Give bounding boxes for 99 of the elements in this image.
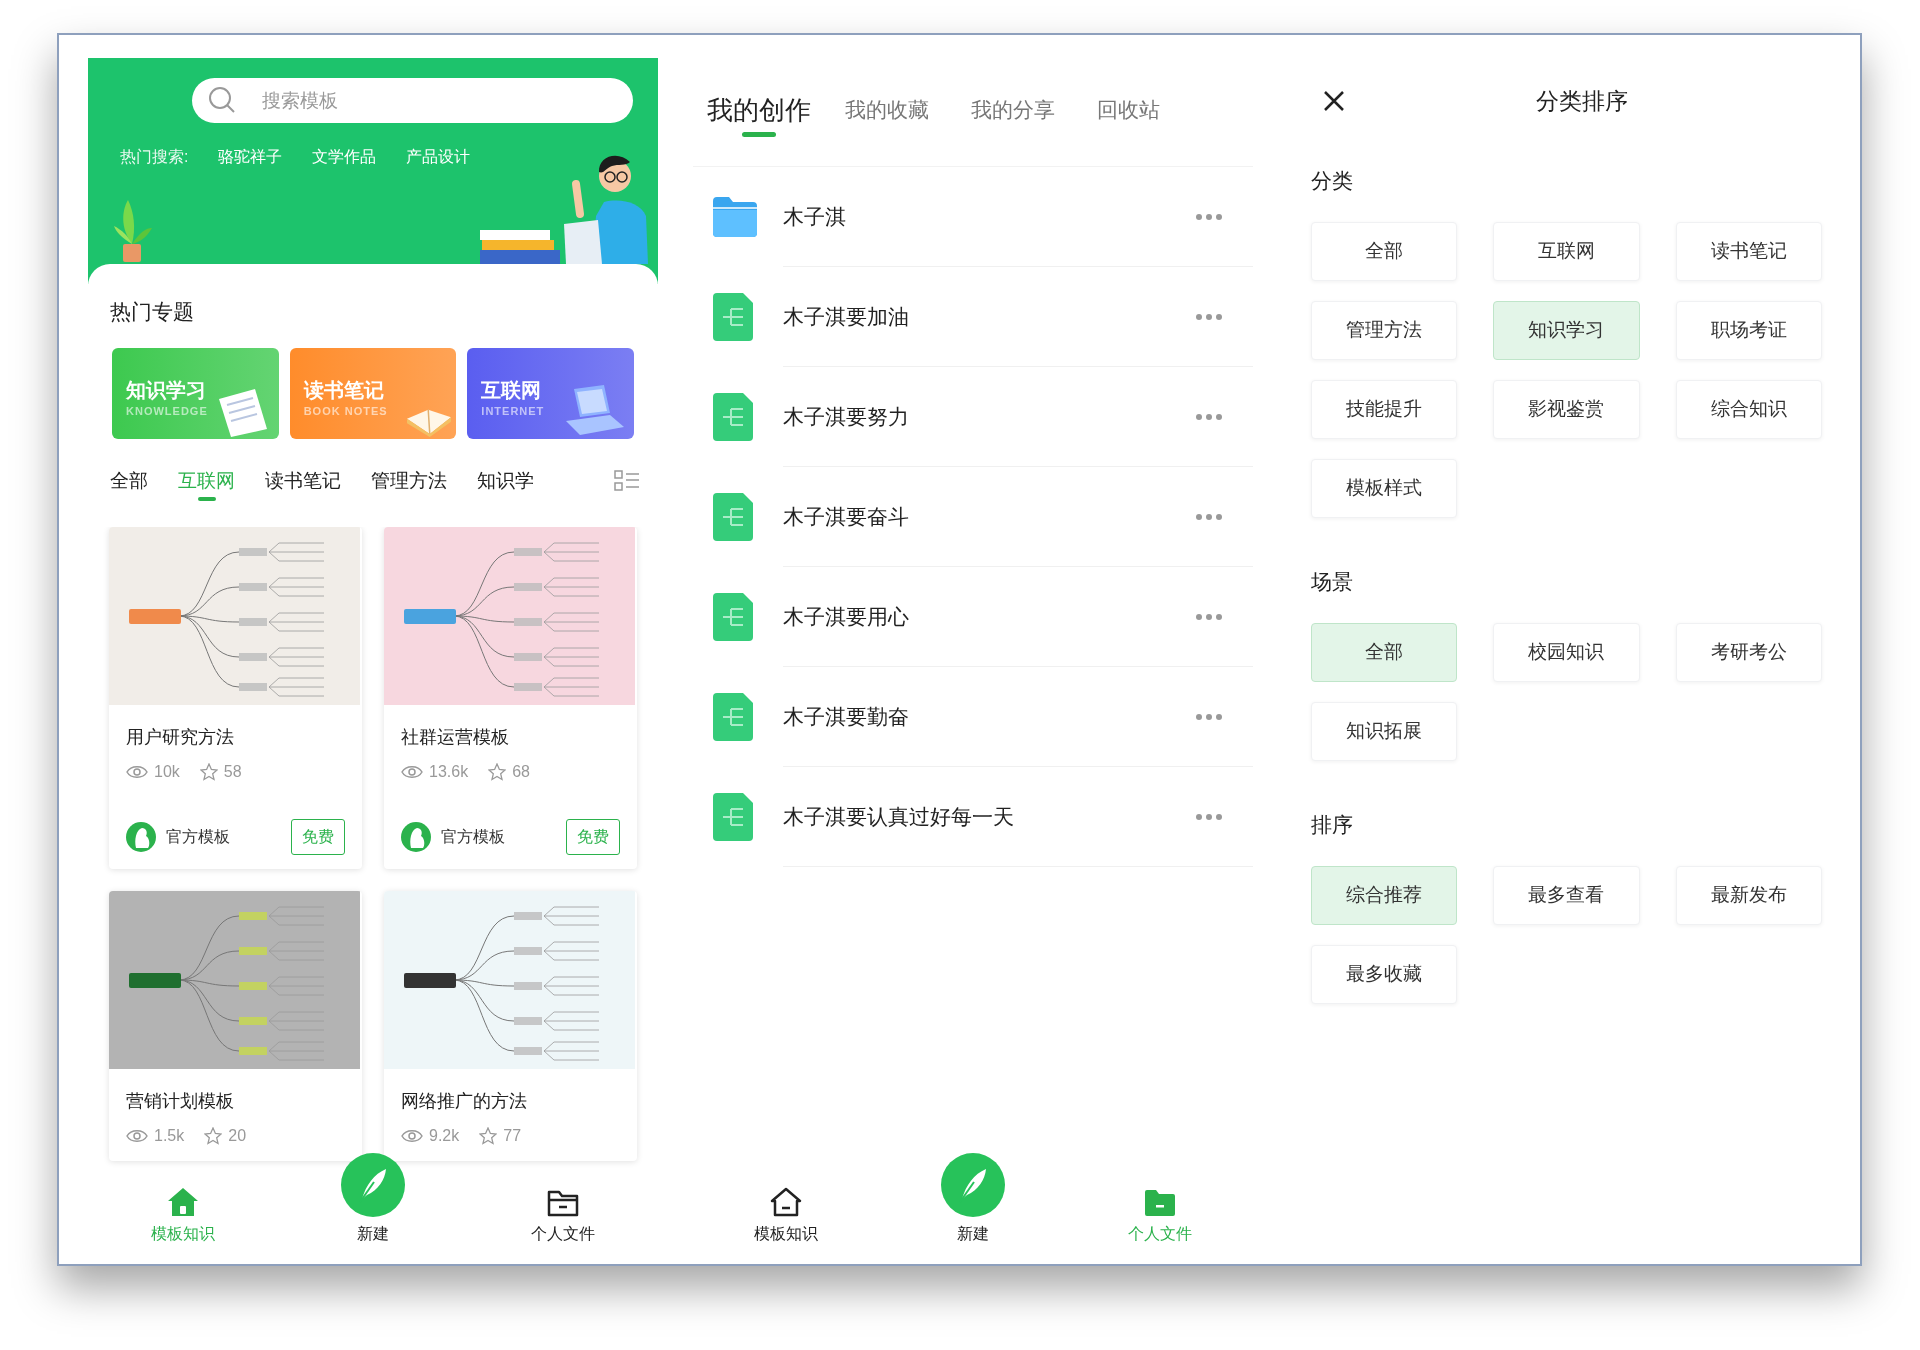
mindmap-file-icon: [713, 593, 753, 641]
more-icon[interactable]: [1195, 313, 1223, 321]
view-count: 13.6k: [429, 762, 469, 782]
filter-chip[interactable]: 综合推荐: [1311, 866, 1458, 925]
author-name: 官方模板: [441, 827, 505, 847]
star-icon: [204, 1127, 223, 1145]
plant-drawing: [112, 198, 152, 264]
search-icon: [208, 86, 236, 114]
filter-chip[interactable]: 读书笔记: [1675, 222, 1822, 281]
mindmap-file-icon: [713, 493, 753, 541]
filter-chip[interactable]: 全部: [1311, 222, 1458, 281]
filter-chip[interactable]: 模板样式: [1311, 459, 1458, 518]
nav-tab[interactable]: 个人文件: [468, 1177, 658, 1252]
section-heading: 场景: [1311, 569, 1353, 595]
view-count: 10k: [154, 762, 180, 782]
category-tab[interactable]: 读书笔记: [265, 467, 341, 495]
topic-title: 读书笔记: [303, 378, 385, 404]
filter-chip[interactable]: 管理方法: [1311, 301, 1458, 360]
favorite-count: 58: [223, 762, 242, 782]
favorite-count: 20: [228, 1126, 247, 1146]
star-icon: [488, 763, 507, 781]
nav-tab[interactable]: 模板知识: [693, 1177, 880, 1252]
hot-search-label: 热门搜索:: [120, 147, 189, 167]
filter-chip[interactable]: 互联网: [1493, 222, 1640, 281]
more-icon[interactable]: [1195, 213, 1223, 221]
filter-chip[interactable]: 职场考证: [1675, 301, 1822, 360]
eye-icon: [126, 765, 148, 779]
file-name: 木子淇要用心: [783, 604, 909, 631]
more-icon[interactable]: [1195, 713, 1223, 721]
file-tab[interactable]: 我的收藏: [845, 94, 929, 126]
topic-subtitle: INTERNET: [481, 404, 545, 420]
star-icon: [199, 763, 218, 781]
file-tab[interactable]: 回收站: [1097, 94, 1160, 126]
more-icon[interactable]: [1195, 613, 1223, 621]
more-icon[interactable]: [1195, 813, 1223, 821]
template-title: 营销计划模板: [126, 1090, 235, 1113]
filter-chip[interactable]: 技能提升: [1311, 380, 1458, 439]
star-icon: [479, 1127, 498, 1145]
topic-title: 知识学习: [126, 378, 207, 404]
topic-title: 互联网: [481, 378, 543, 404]
more-icon[interactable]: [1195, 513, 1223, 521]
category-tab[interactable]: 知识学: [477, 467, 534, 495]
folder-icon: [713, 197, 757, 237]
topic-card[interactable]: 互联网 INTERNET: [467, 348, 634, 439]
author-name: 官方模板: [166, 827, 230, 847]
template-title: 社群运营模板: [401, 726, 510, 749]
house-icon: [166, 1186, 200, 1218]
filter-chip[interactable]: 知识学习: [1493, 301, 1640, 360]
topic-subtitle: BOOK NOTES: [303, 404, 388, 420]
eye-icon: [401, 1129, 423, 1143]
file-tab[interactable]: 我的分享: [971, 94, 1055, 126]
filter-chip[interactable]: 考研考公: [1675, 623, 1822, 682]
house-icon: [769, 1186, 804, 1218]
mindmap-file-icon: [713, 293, 753, 341]
favorite-count: 77: [503, 1126, 522, 1146]
file-tab[interactable]: 我的创作: [707, 94, 811, 137]
filter-chip[interactable]: 知识拓展: [1311, 702, 1458, 761]
filter-chip[interactable]: 最多查看: [1493, 866, 1640, 925]
folder-icon: [1142, 1188, 1177, 1218]
mindmap-file-icon: [713, 393, 753, 441]
avatar-icon: [401, 822, 431, 852]
filter-chip[interactable]: 校园知识: [1493, 623, 1640, 682]
filter-chip[interactable]: 全部: [1311, 623, 1458, 682]
template-card[interactable]: 网络推广的方法 9.2k 77: [384, 891, 637, 1161]
file-name: 木子淇要加油: [783, 304, 909, 331]
eye-icon: [126, 1129, 148, 1143]
topic-subtitle: KNOWLEDGE: [126, 404, 208, 420]
category-tab[interactable]: 管理方法: [371, 467, 447, 495]
file-name: 木子淇要努力: [783, 404, 909, 431]
favorite-count: 68: [512, 762, 530, 782]
eye-icon: [401, 765, 423, 779]
section-heading: 分类: [1311, 168, 1353, 194]
template-title: 网络推广的方法: [401, 1090, 528, 1113]
panel-title: 分类排序: [1536, 86, 1628, 116]
section-title: 热门专题: [109, 299, 195, 325]
mindmap-file-icon: [713, 693, 753, 741]
file-name: 木子淇要奋斗: [783, 504, 909, 531]
template-title: 用户研究方法: [126, 726, 235, 749]
more-icon[interactable]: [1195, 413, 1223, 421]
category-tab[interactable]: 全部: [110, 467, 148, 495]
view-count: 1.5k: [154, 1126, 185, 1146]
filter-chip[interactable]: 综合知识: [1675, 380, 1822, 439]
filter-chip[interactable]: 影视鉴赏: [1493, 380, 1640, 439]
list-view-icon[interactable]: [614, 470, 640, 492]
template-card[interactable]: 社群运营模板 13.6k 68 官方模板 免费: [384, 527, 637, 869]
section-heading: 排序: [1311, 812, 1353, 838]
template-card[interactable]: 用户研究方法 10k 58 官方模板 免费: [109, 527, 362, 869]
mindmap-file-icon: [713, 793, 753, 841]
close-icon[interactable]: [1323, 90, 1345, 112]
filter-chip[interactable]: 最新发布: [1675, 866, 1822, 925]
avatar-icon: [126, 822, 156, 852]
filter-chip[interactable]: 最多收藏: [1311, 945, 1458, 1004]
nav-tab[interactable]: 新建: [879, 1141, 1067, 1252]
folder-icon: [546, 1188, 580, 1218]
file-name: 木子淇: [783, 204, 846, 231]
file-name: 木子淇要勤奋: [783, 704, 909, 731]
search-field[interactable]: 搜索模板: [192, 78, 633, 123]
template-card[interactable]: 营销计划模板 1.5k 20: [109, 891, 362, 1161]
file-name: 木子淇要认真过好每一天: [783, 804, 1014, 831]
